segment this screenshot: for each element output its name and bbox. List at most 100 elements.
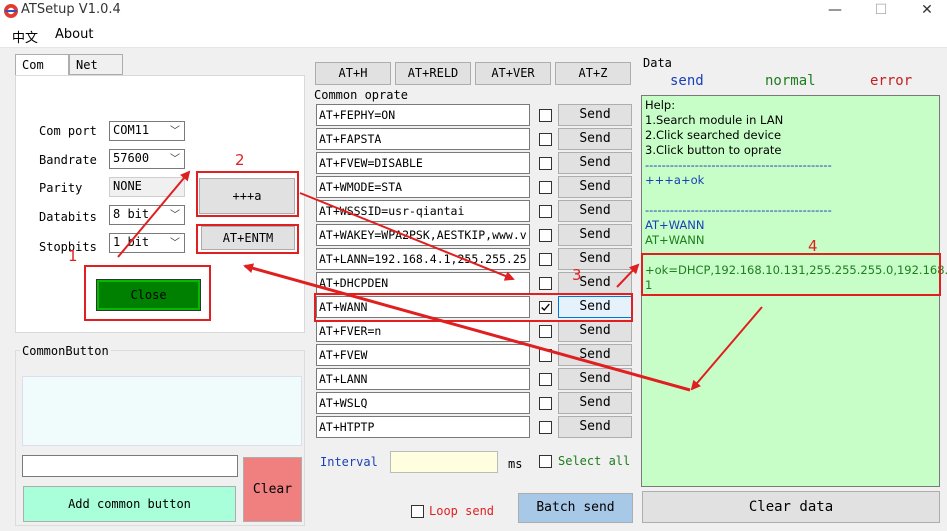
send-button[interactable]: Send — [558, 200, 632, 222]
menu-chinese[interactable]: 中文 — [12, 27, 38, 46]
minimize-button[interactable]: — — [812, 0, 858, 22]
parity-label: Parity — [39, 181, 83, 195]
command-input[interactable]: AT+FEPHY=ON — [316, 104, 530, 126]
com-port-select[interactable]: COM11 ﹀ — [109, 121, 185, 141]
tab-com-label: Com — [22, 58, 44, 72]
data-line: ----------------------------------------… — [645, 158, 832, 172]
annotation-box-response — [641, 253, 941, 296]
send-button[interactable]: Send — [558, 344, 632, 366]
command-input[interactable]: AT+DHCPDEN — [316, 272, 530, 294]
loop-send-label: Loop send — [429, 504, 495, 518]
data-line: 1.Search module in LAN — [645, 113, 784, 127]
clear-common-button[interactable]: Clear — [243, 457, 302, 522]
command-input[interactable]: AT+LANN=192.168.4.1,255.255.25 — [316, 248, 530, 270]
command-checkbox[interactable] — [539, 253, 552, 266]
clear-data-button[interactable]: Clear data — [642, 491, 940, 523]
chevron-down-icon: ﹀ — [170, 126, 180, 137]
command-input[interactable]: AT+LANN — [316, 368, 530, 390]
legend-send: send — [670, 73, 704, 89]
bandrate-label: Bandrate — [39, 153, 97, 167]
maximize-button[interactable]: ☐ — [858, 0, 904, 22]
stopbits-select[interactable]: 1 bit ﹀ — [109, 233, 185, 253]
databits-select[interactable]: 8 bit ﹀ — [109, 205, 185, 225]
interval-input[interactable] — [390, 451, 498, 473]
legend-error: error — [870, 73, 913, 89]
command-input[interactable]: AT+WAKEY=WPA2PSK,AESTKIP,www.v — [316, 224, 530, 246]
command-input[interactable]: AT+WSLQ — [316, 392, 530, 414]
send-button[interactable]: Send — [558, 368, 632, 390]
chevron-down-icon: ﹀ — [170, 210, 180, 221]
annotation-box-entm — [196, 224, 299, 254]
command-checkbox[interactable] — [539, 205, 552, 218]
send-button[interactable]: Send — [558, 392, 632, 414]
annotation-box-at-wann — [314, 293, 633, 322]
annotation-number-3: 3 — [572, 266, 582, 284]
databits-value: 8 bit — [113, 207, 150, 221]
interval-label: Interval — [320, 455, 378, 469]
data-line: 3.Click button to oprate — [645, 143, 782, 157]
command-checkbox[interactable] — [539, 109, 552, 122]
command-input[interactable]: AT+FVEW=DISABLE — [316, 152, 530, 174]
app-logo-icon — [4, 4, 18, 18]
command-input[interactable]: AT+FVEW — [316, 344, 530, 366]
common-button-area — [22, 376, 302, 446]
command-checkbox[interactable] — [539, 325, 552, 338]
add-common-button[interactable]: Add common button — [23, 486, 236, 522]
legend-normal: normal — [765, 73, 816, 89]
select-all-checkbox[interactable] — [539, 455, 552, 468]
send-button[interactable]: Send — [558, 248, 632, 270]
close-window-button[interactable]: ✕ — [904, 0, 947, 22]
send-button[interactable]: Send — [558, 152, 632, 174]
chevron-down-icon: ﹀ — [170, 238, 180, 249]
common-oprate-title: Common oprate — [314, 88, 408, 102]
annotation-number-4: 4 — [808, 237, 818, 255]
send-button[interactable]: Send — [558, 104, 632, 126]
command-checkbox[interactable] — [539, 133, 552, 146]
batch-send-button[interactable]: Batch send — [518, 493, 633, 523]
command-input[interactable]: AT+FAPSTA — [316, 128, 530, 150]
command-checkbox[interactable] — [539, 373, 552, 386]
annotation-number-1: 1 — [68, 247, 78, 265]
com-port-value: COM11 — [113, 123, 150, 137]
data-line: AT+WANN — [645, 233, 705, 247]
com-port-label: Com port — [39, 124, 97, 138]
window-title: ATSetup V1.0.4 — [21, 2, 121, 17]
stopbits-value: 1 bit — [113, 235, 150, 249]
send-button[interactable]: Send — [558, 224, 632, 246]
command-checkbox[interactable] — [539, 421, 552, 434]
data-line: AT+WANN — [645, 218, 705, 232]
send-button[interactable]: Send — [558, 320, 632, 342]
loop-send-checkbox[interactable] — [411, 505, 424, 518]
send-button[interactable]: Send — [558, 128, 632, 150]
tab-com[interactable]: Com — [15, 54, 69, 76]
databits-label: Databits — [39, 210, 97, 224]
data-line: ----------------------------------------… — [645, 203, 832, 217]
command-input[interactable]: AT+WMODE=STA — [316, 176, 530, 198]
at-z-button[interactable]: AT+Z — [555, 62, 631, 85]
data-line: Help: — [645, 98, 676, 112]
ms-label: ms — [508, 457, 523, 471]
data-line: +++a+ok — [645, 173, 705, 187]
command-checkbox[interactable] — [539, 397, 552, 410]
command-checkbox[interactable] — [539, 349, 552, 362]
menu-about[interactable]: About — [55, 27, 93, 42]
at-reld-button[interactable]: AT+RELD — [395, 62, 471, 85]
send-button[interactable]: Send — [558, 416, 632, 438]
title-bar: ATSetup V1.0.4 — ☐ ✕ — [0, 0, 947, 22]
at-ver-button[interactable]: AT+VER — [475, 62, 551, 85]
parity-select[interactable]: NONE — [109, 177, 185, 197]
send-button[interactable]: Send — [558, 176, 632, 198]
command-checkbox[interactable] — [539, 277, 552, 290]
common-button-input[interactable] — [22, 455, 238, 477]
send-button[interactable]: Send — [558, 272, 632, 294]
at-h-button[interactable]: AT+H — [315, 62, 391, 85]
command-input[interactable]: AT+WSSSID=usr-qiantai — [316, 200, 530, 222]
command-checkbox[interactable] — [539, 157, 552, 170]
command-checkbox[interactable] — [539, 181, 552, 194]
annotation-number-2: 2 — [235, 151, 245, 169]
tab-net[interactable]: Net — [69, 54, 123, 75]
command-checkbox[interactable] — [539, 229, 552, 242]
command-input[interactable]: AT+HTPTP — [316, 416, 530, 438]
bandrate-select[interactable]: 57600 ﹀ — [109, 149, 185, 169]
command-input[interactable]: AT+FVER=n — [316, 320, 530, 342]
